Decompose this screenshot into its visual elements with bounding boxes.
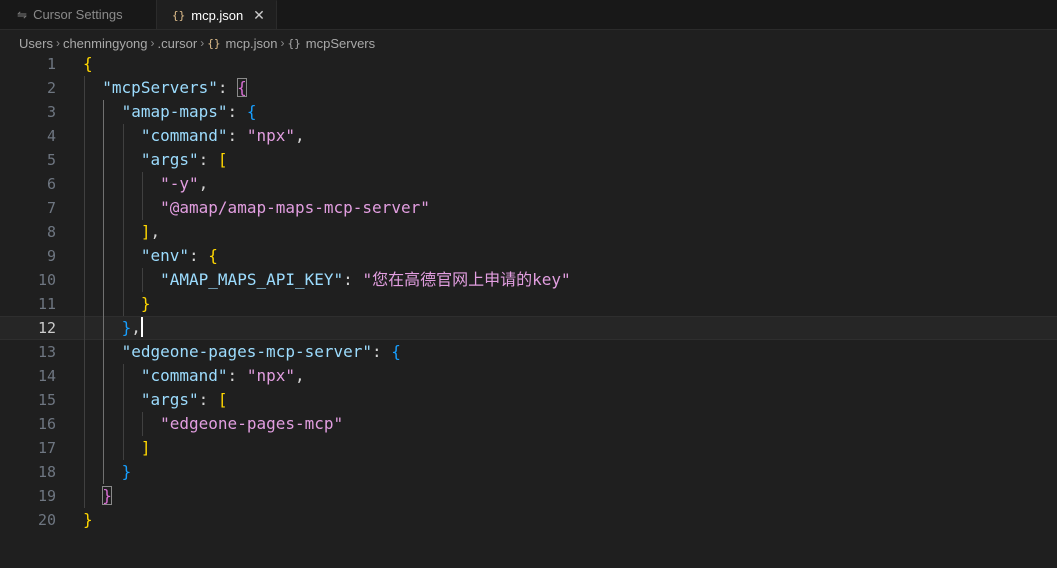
close-icon[interactable]: ✕	[251, 7, 267, 23]
line-number: 1	[46, 55, 56, 73]
line-number: 8	[46, 223, 56, 241]
text-cursor	[140, 317, 143, 337]
line-number: 20	[37, 511, 56, 529]
code-line[interactable]: 20}	[0, 508, 1057, 532]
code-line[interactable]: 4 "command": "npx",	[0, 124, 1057, 148]
chevron-right-icon: ›	[280, 36, 285, 50]
line-number: 7	[46, 199, 56, 217]
code-line[interactable]: 14 "command": "npx",	[0, 364, 1057, 388]
line-number: 4	[46, 127, 56, 145]
code-text: },	[121, 317, 143, 337]
code-line[interactable]: 12 },	[0, 316, 1057, 340]
indent-guide	[141, 412, 143, 436]
line-number: 6	[46, 175, 56, 193]
code-text: "command": "npx",	[140, 126, 305, 145]
tab-bar: ⇋ Cursor Settings {} mcp.json ✕	[0, 0, 1057, 30]
line-number: 14	[37, 367, 56, 385]
code-text: "amap-maps": {	[121, 102, 257, 121]
code-line[interactable]: 2 "mcpServers": {	[0, 76, 1057, 100]
code-line[interactable]: 19 }	[0, 484, 1057, 508]
breadcrumb-item-users[interactable]: Users	[19, 36, 53, 51]
code-text: {	[83, 54, 93, 73]
chevron-right-icon: ›	[150, 36, 155, 50]
code-text: "mcpServers": {	[102, 78, 247, 97]
code-text: "command": "npx",	[140, 366, 305, 385]
code-text: }	[83, 510, 93, 529]
code-line[interactable]: 1{	[0, 52, 1057, 76]
breadcrumb-item-symbol[interactable]: mcpServers	[306, 36, 375, 51]
indent-guide	[122, 124, 124, 316]
code-line[interactable]: 5 "args": [	[0, 148, 1057, 172]
code-line[interactable]: 6 "-y",	[0, 172, 1057, 196]
code-text: }	[121, 462, 132, 481]
code-text: }	[140, 294, 151, 313]
breadcrumb-item-user[interactable]: chenmingyong	[63, 36, 148, 51]
chevron-right-icon: ›	[200, 36, 205, 50]
chevron-right-icon: ›	[55, 36, 60, 50]
settings-sliders-icon: ⇋	[17, 7, 28, 22]
tab-label: Cursor Settings	[33, 7, 123, 22]
code-text: "@amap/amap-maps-mcp-server"	[160, 198, 430, 217]
code-text: "edgeone-pages-mcp-server": {	[121, 342, 401, 361]
object-braces-icon: {}	[287, 36, 301, 50]
breadcrumb-item-cursor[interactable]: .cursor	[158, 36, 198, 51]
indent-guide	[84, 76, 85, 508]
indent-guide	[141, 268, 143, 292]
code-text: "AMAP_MAPS_API_KEY": "您在高德官网上申请的key"	[160, 270, 571, 289]
code-editor[interactable]: 1{2 "mcpServers": {3 "amap-maps": {4 "co…	[0, 52, 1057, 568]
code-text: "args": [	[140, 390, 228, 409]
json-braces-icon: {}	[172, 8, 186, 22]
code-line[interactable]: 13 "edgeone-pages-mcp-server": {	[0, 340, 1057, 364]
line-number: 17	[37, 439, 56, 457]
code-line[interactable]: 3 "amap-maps": {	[0, 100, 1057, 124]
code-text: "-y",	[160, 174, 209, 193]
line-number: 19	[37, 487, 56, 505]
tab-cursor-settings[interactable]: ⇋ Cursor Settings	[0, 0, 157, 29]
line-number: 15	[37, 391, 56, 409]
line-number: 5	[46, 151, 56, 169]
code-line[interactable]: 10 "AMAP_MAPS_API_KEY": "您在高德官网上申请的key"	[0, 268, 1057, 292]
line-number: 3	[46, 103, 56, 121]
line-number: 16	[37, 415, 56, 433]
code-line[interactable]: 15 "args": [	[0, 388, 1057, 412]
line-number: 11	[37, 295, 56, 313]
code-line[interactable]: 8 ],	[0, 220, 1057, 244]
code-line[interactable]: 7 "@amap/amap-maps-mcp-server"	[0, 196, 1057, 220]
code-line[interactable]: 18 }	[0, 460, 1057, 484]
breadcrumb: Users › chenmingyong › .cursor › {} mcp.…	[19, 33, 375, 53]
code-text: }	[102, 486, 112, 505]
code-text: ]	[140, 438, 151, 457]
line-number: 18	[37, 463, 56, 481]
breadcrumb-item-file[interactable]: mcp.json	[226, 36, 278, 51]
indent-guide	[103, 100, 105, 484]
code-line[interactable]: 11 }	[0, 292, 1057, 316]
indent-guide	[141, 172, 143, 220]
code-text: "args": [	[140, 150, 228, 169]
code-line[interactable]: 17 ]	[0, 436, 1057, 460]
line-number: 2	[46, 79, 56, 97]
json-braces-icon: {}	[207, 36, 221, 50]
indent-guide	[122, 364, 124, 460]
tab-mcp-json[interactable]: {} mcp.json ✕	[157, 0, 277, 29]
code-line[interactable]: 9 "env": {	[0, 244, 1057, 268]
line-number: 13	[37, 343, 56, 361]
tab-label: mcp.json	[191, 7, 244, 23]
line-number: 9	[46, 247, 56, 265]
code-line[interactable]: 16 "edgeone-pages-mcp"	[0, 412, 1057, 436]
line-number: 12	[37, 319, 56, 337]
line-number: 10	[37, 271, 56, 289]
